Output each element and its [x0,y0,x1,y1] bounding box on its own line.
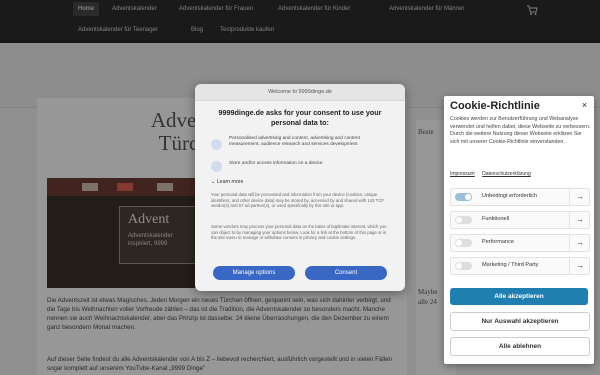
purpose-text: Store and/or access information on a dev… [229,161,323,166]
cookie-title: Cookie-Richtlinie [450,100,540,112]
toggle-knob [456,240,462,246]
arrow-right-icon[interactable]: → [569,258,590,274]
consent-button[interactable]: Consent [305,266,387,280]
cookie-category-necessary[interactable]: Unbedingt erforderlich → [450,188,590,206]
device-icon [211,161,222,172]
category-label: Performance [482,239,515,245]
impressum-link[interactable]: Impressum [450,171,475,177]
toggle-switch[interactable] [455,216,472,224]
cookie-description: Cookies werden zur Benutzerführung und W… [450,116,591,145]
accept-selection-button[interactable]: Nur Auswahl akzeptieren [450,312,590,331]
purpose-text: Personalised advertising and content, ad… [229,136,360,147]
toggle-switch[interactable] [455,193,472,201]
purpose-device-storage: Store and/or access information on a dev… [211,158,391,178]
purpose-personalised-ads: Personalised advertising and content, ad… [211,136,391,156]
consent-dialog: Welcome to 9999dinge.de 9999dinge.de ask… [195,84,405,291]
cookie-links: Impressum Datenschutzerklärung [450,171,537,177]
toggle-knob [456,263,462,269]
datenschutz-link[interactable]: Datenschutzerklärung [482,171,531,177]
toggle-knob [465,194,471,200]
category-label: Funktionell [482,216,510,222]
category-label: Unbedingt erforderlich [482,193,538,199]
consent-site-name: Welcome to 9999dinge.de [268,89,332,95]
toggle-knob [456,217,462,223]
cookie-category-functional[interactable]: Funktionell → [450,211,590,229]
close-icon[interactable]: × [580,101,589,110]
consent-heading: 9999dinge.de asks for your consent to us… [218,108,382,127]
accept-all-button[interactable]: Alle akzeptieren [450,288,588,305]
reject-all-button[interactable]: Alle ablehnen [450,337,590,356]
learn-more-label: Learn more [216,179,244,185]
arrow-right-icon[interactable]: → [569,189,590,205]
user-icon [211,139,222,150]
arrow-right-icon[interactable]: → [569,235,590,251]
consent-topbar: Welcome to 9999dinge.de [195,84,405,101]
cookie-category-performance[interactable]: Performance → [450,234,590,252]
cookie-category-marketing[interactable]: Marketing / Third Party → [450,257,590,275]
learn-more-toggle[interactable]: ⌄ Learn more [211,179,243,185]
cookie-panel: Cookie-Richtlinie × Cookies werden zur B… [444,96,594,364]
arrow-right-icon[interactable]: → [569,212,590,228]
consent-legitimate-interest-text: Some vendors may process your personal d… [211,224,387,241]
toggle-switch[interactable] [455,262,472,270]
category-label: Marketing / Third Party [482,262,539,268]
consent-info-text: Your personal data will be processed and… [211,192,385,209]
toggle-switch[interactable] [455,239,472,247]
manage-options-button[interactable]: Manage options [213,266,295,280]
